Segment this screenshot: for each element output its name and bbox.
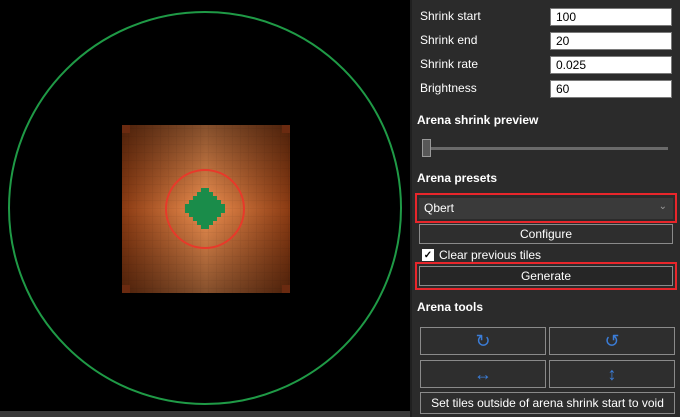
shrink-rate-input[interactable] — [550, 56, 672, 74]
slider-thumb[interactable] — [422, 139, 431, 157]
settings-panel: Shrink start Shrink end Shrink rate Brig… — [412, 0, 680, 417]
shrink-rate-label: Shrink rate — [420, 57, 479, 71]
rotate-clockwise-icon: ↻ — [475, 331, 491, 351]
rotate-counterclockwise-button[interactable]: ↺ — [549, 327, 675, 355]
clear-previous-tiles-checkbox[interactable]: ✓ — [422, 249, 434, 261]
brightness-label: Brightness — [420, 81, 477, 95]
shrink-start-input[interactable] — [550, 8, 672, 26]
shrink-end-input[interactable] — [550, 32, 672, 50]
arena-presets-title: Arena presets — [417, 171, 498, 185]
arena-tools-title: Arena tools — [417, 300, 484, 314]
arena-canvas[interactable] — [0, 0, 410, 417]
generate-button[interactable]: Generate — [419, 266, 673, 286]
rotate-clockwise-button[interactable]: ↻ — [420, 327, 546, 355]
preset-dropdown[interactable]: Qbert ⌄ — [419, 198, 673, 219]
rotate-counterclockwise-icon: ↺ — [604, 331, 620, 351]
arena-shrink-preview-title: Arena shrink preview — [417, 113, 539, 127]
clear-previous-tiles-label: Clear previous tiles — [439, 248, 542, 262]
void-outside-label: Set tiles outside of arena shrink start … — [431, 396, 664, 410]
chevron-down-icon: ⌄ — [658, 201, 667, 212]
generate-label: Generate — [520, 269, 572, 283]
flip-vertical-button[interactable]: ↕ — [549, 360, 675, 388]
preset-selected-value: Qbert — [424, 201, 455, 215]
canvas-scrollbar[interactable] — [0, 411, 410, 417]
shrink-start-label: Shrink start — [420, 9, 481, 23]
brightness-input[interactable] — [550, 80, 672, 98]
flip-vertical-icon: ↕ — [607, 364, 617, 384]
shrink-end-label: Shrink end — [420, 33, 478, 47]
flip-horizontal-icon: ↔ — [474, 364, 492, 384]
configure-button[interactable]: Configure — [419, 224, 673, 244]
void-outside-button[interactable]: Set tiles outside of arena shrink start … — [420, 392, 675, 414]
slider-track[interactable] — [424, 147, 668, 150]
arena-preview-svg — [8, 11, 402, 405]
flip-horizontal-button[interactable]: ↔ — [420, 360, 546, 388]
configure-label: Configure — [519, 227, 573, 241]
